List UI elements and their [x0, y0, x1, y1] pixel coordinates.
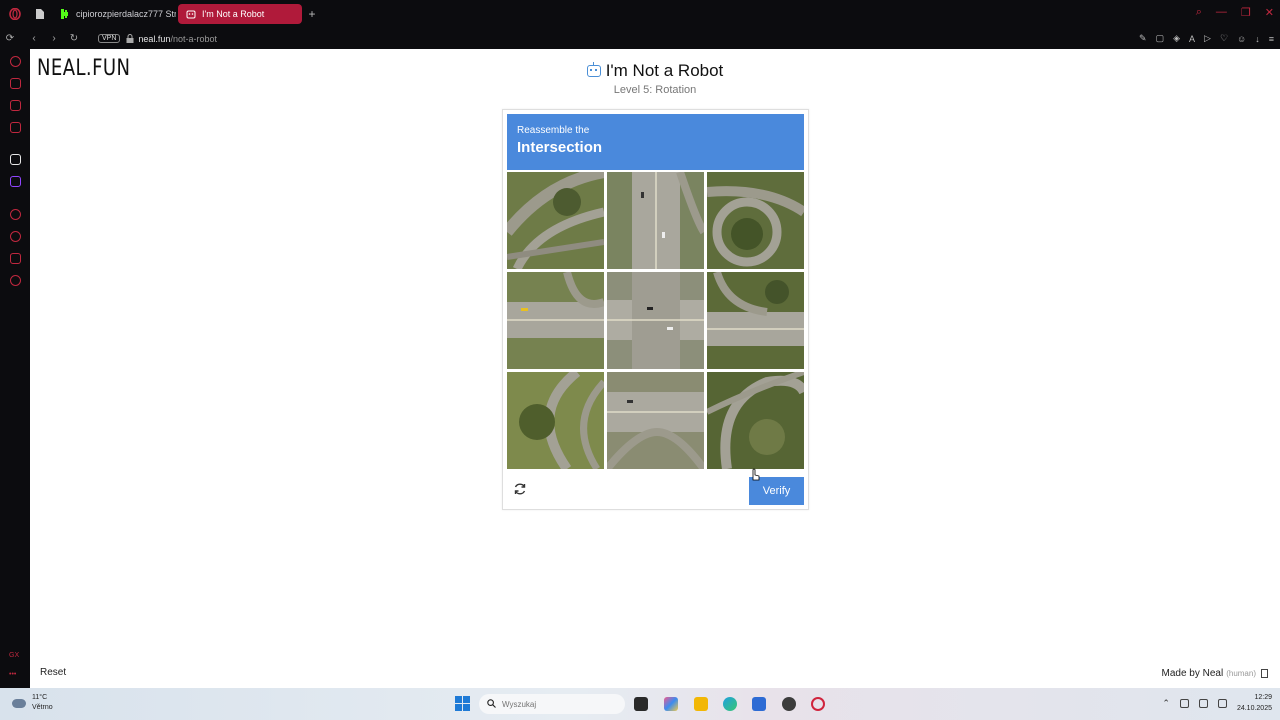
window-controls: ⌕ — ❐ ✕ [1196, 6, 1274, 19]
page-icon[interactable] [30, 0, 50, 28]
twitch-icon[interactable] [10, 176, 21, 187]
snapshot-icon[interactable]: ▢ [1156, 33, 1165, 44]
weather-temp: 11°C [32, 694, 48, 701]
puzzle-tile[interactable] [707, 372, 804, 469]
settings-icon[interactable] [10, 275, 21, 286]
tab-not-a-robot[interactable]: I'm Not a Robot [178, 4, 302, 24]
translate-icon[interactable]: A [1189, 34, 1195, 44]
reload-button[interactable]: ↻ [64, 28, 84, 49]
history-icon[interactable] [10, 231, 21, 242]
weather-desc: Větrno [32, 704, 53, 711]
display-icon[interactable] [1198, 698, 1208, 708]
ai-icon[interactable] [10, 154, 21, 165]
browser-sidebar: GX ••• [0, 49, 30, 688]
pin-icon[interactable]: ✎ [1139, 33, 1147, 44]
address-bar: ⟳ ‹ › ↻ VPN neal.fun/not-a-robot ✎ ▢ ◈ A… [0, 28, 1280, 49]
cloud-icon [12, 698, 26, 708]
tab-kick[interactable]: cipiorozpierdalacz777 Str... [52, 4, 176, 24]
heart-icon[interactable]: ♡ [1220, 33, 1228, 44]
maximize-button[interactable]: ❐ [1241, 6, 1251, 19]
windows-start-icon[interactable] [455, 696, 470, 711]
clock[interactable]: 12:29 24.10.2025 [1237, 692, 1272, 714]
lock-icon [126, 30, 134, 48]
puzzle-tile[interactable] [507, 172, 604, 269]
weather-widget[interactable]: 11°C Větrno [12, 693, 53, 713]
search-input[interactable] [502, 699, 612, 709]
shield-icon[interactable]: ◈ [1173, 33, 1180, 44]
robot-small-icon [1261, 669, 1268, 678]
opera-gx-taskbar-icon[interactable] [811, 697, 825, 711]
player-icon[interactable] [10, 209, 21, 220]
url-field[interactable]: neal.fun/not-a-robot [138, 34, 217, 44]
made-by-note: (human) [1226, 669, 1256, 678]
puzzle-tile[interactable] [507, 372, 604, 469]
captcha-widget: Reassemble the Intersection Verify [502, 109, 809, 510]
puzzle-tile[interactable] [607, 172, 704, 269]
network-icon[interactable] [1179, 698, 1189, 708]
tab-label: I'm Not a Robot [202, 9, 265, 19]
puzzle-tile[interactable] [607, 272, 704, 369]
system-tray: ⌃ 12:29 24.10.2025 [1162, 692, 1272, 714]
opera-logo-icon[interactable] [0, 0, 30, 28]
reload-sidebar-icon[interactable]: ⟳ [0, 28, 20, 49]
new-tab-button[interactable]: + [302, 4, 322, 24]
minimize-button[interactable]: — [1216, 6, 1227, 19]
instruction-text: Reassemble the [517, 125, 590, 136]
gx-corner-icon[interactable] [10, 100, 21, 111]
browser-toolbar: ✎ ▢ ◈ A ▷ ♡ ☺ ↓ ≡ [1139, 28, 1274, 49]
verify-button[interactable]: Verify [749, 477, 804, 505]
app-icon[interactable] [782, 697, 796, 711]
search-icon [487, 695, 496, 713]
back-button[interactable]: ‹ [24, 28, 44, 49]
browser-tab-bar: cipiorozpierdalacz777 Str... I'm Not a R… [0, 0, 1280, 28]
edge-icon[interactable] [723, 697, 737, 711]
made-by-credit[interactable]: Made by Neal (human) [1161, 668, 1268, 679]
store-icon[interactable] [752, 697, 766, 711]
robot-icon [586, 62, 601, 77]
clock-date: 24.10.2025 [1236, 705, 1272, 712]
forward-button[interactable]: › [44, 28, 64, 49]
puzzle-grid [507, 172, 804, 470]
puzzle-tile[interactable] [607, 372, 704, 469]
taskbar: 11°C Větrno ⌃ 12:29 24.10.2025 [0, 688, 1280, 720]
refresh-icon[interactable] [513, 482, 527, 496]
vpn-badge[interactable]: VPN [98, 34, 121, 43]
profile-icon[interactable]: ☺ [1237, 34, 1246, 44]
messenger-icon[interactable] [10, 122, 21, 133]
play-icon[interactable]: ▷ [1204, 33, 1211, 44]
speed-dial-icon[interactable] [10, 56, 21, 67]
kick-icon [60, 9, 70, 19]
close-button[interactable]: ✕ [1265, 6, 1274, 19]
volume-icon[interactable] [1217, 698, 1227, 708]
download-icon[interactable]: ↓ [1255, 34, 1260, 44]
tab-label: cipiorozpierdalacz777 Str... [76, 9, 176, 19]
made-by-text: Made by Neal [1161, 668, 1224, 679]
page-title: I'm Not a Robot [605, 61, 724, 80]
file-explorer-icon[interactable] [694, 697, 708, 711]
chevron-up-icon[interactable]: ⌃ [1162, 698, 1170, 709]
search-tabs-icon[interactable]: ⌕ [1196, 6, 1202, 19]
reset-button[interactable]: Reset [40, 667, 66, 678]
level-subtitle: Level 5: Rotation [613, 84, 697, 96]
captcha-header: Reassemble the Intersection [507, 114, 804, 170]
task-view-icon[interactable] [634, 697, 648, 711]
extensions-icon[interactable] [10, 253, 21, 264]
taskbar-search[interactable] [479, 694, 625, 714]
gx-label[interactable]: GX [9, 652, 19, 659]
more-icon[interactable]: ••• [9, 671, 16, 678]
copilot-icon[interactable] [664, 697, 678, 711]
menu-icon[interactable]: ≡ [1269, 34, 1274, 44]
hand-cursor-icon [750, 467, 760, 481]
puzzle-tile[interactable] [707, 172, 804, 269]
puzzle-tile[interactable] [707, 272, 804, 369]
web-page: NEAL.FUN I'm Not a Robot Level 5: Rotati… [30, 49, 1280, 688]
clock-time: 12:29 [1254, 694, 1272, 701]
robot-icon [186, 9, 196, 19]
instruction-target: Intersection [517, 139, 603, 156]
gx-control-icon[interactable] [10, 78, 21, 89]
page-title-row: I'm Not a Robot [30, 61, 1280, 81]
puzzle-tile[interactable] [507, 272, 604, 369]
